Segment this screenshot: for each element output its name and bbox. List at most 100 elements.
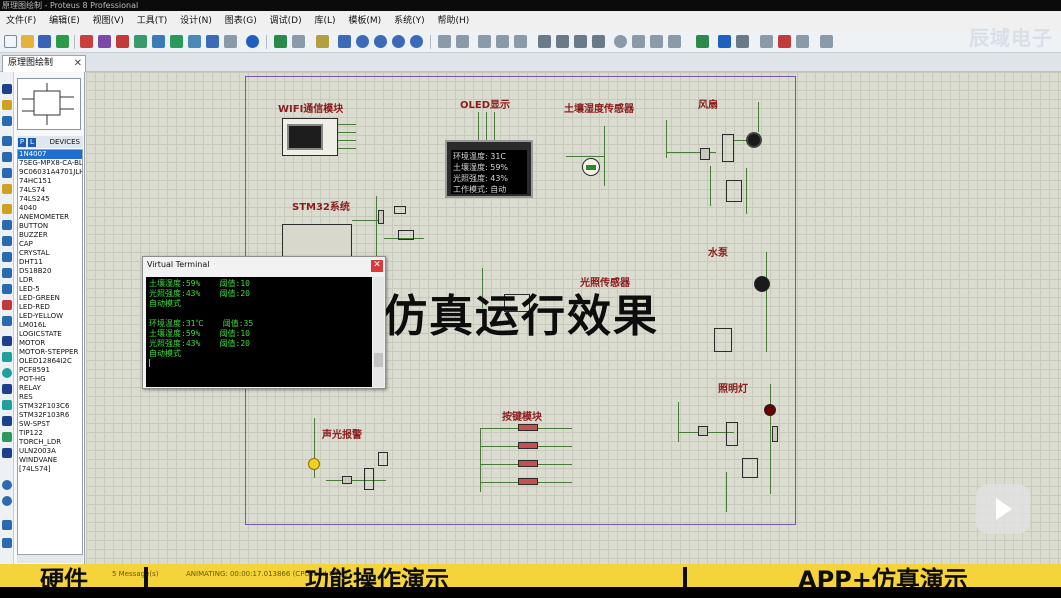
device-list-item[interactable]: BUTTON [18, 222, 82, 231]
selection-mode-icon[interactable] [2, 84, 12, 94]
component-mode-icon[interactable] [2, 100, 12, 110]
new-file-icon[interactable] [4, 35, 17, 48]
path-2d-icon[interactable] [2, 400, 12, 410]
refresh-icon[interactable] [274, 35, 287, 48]
resistor-r1[interactable] [378, 210, 384, 224]
capacitor-c1[interactable] [394, 206, 406, 214]
key-button-3[interactable] [518, 460, 538, 467]
home-icon[interactable] [80, 35, 93, 48]
device-list-item[interactable]: RES [18, 393, 82, 402]
status-messages[interactable]: 5 Message(s) [112, 570, 158, 578]
subcircuit-icon[interactable] [2, 184, 12, 194]
mirror-x-icon[interactable] [2, 520, 12, 530]
terminal-output[interactable]: 土壤湿度:59% 阈值:10 光照强度:43% 阈值:20 自动模式 环境温度:… [146, 277, 372, 387]
schematic-icon[interactable] [98, 35, 111, 48]
device-list-item[interactable]: 74LS74 [18, 186, 82, 195]
close-icon[interactable]: ✕ [74, 56, 82, 71]
menu-tools[interactable]: 工具(T) [131, 11, 172, 31]
box-2d-icon[interactable] [2, 352, 12, 362]
design-explorer-icon[interactable] [820, 35, 833, 48]
device-list-item[interactable]: MOTOR-STEPPER [18, 348, 82, 357]
pump-motor[interactable] [754, 276, 770, 292]
menu-design[interactable]: 设计(N) [174, 11, 216, 31]
device-list-item[interactable]: BUZZER [18, 231, 82, 240]
stm32-chip[interactable] [282, 224, 352, 258]
device-list-item[interactable]: DS18B20 [18, 267, 82, 276]
key-button-4[interactable] [518, 478, 538, 485]
key-button-2[interactable] [518, 442, 538, 449]
device-list-item[interactable]: STM32F103R6 [18, 411, 82, 420]
block-copy-icon[interactable] [538, 35, 551, 48]
device-list-item[interactable]: OLED12864I2C [18, 357, 82, 366]
menu-view[interactable]: 视图(V) [87, 11, 128, 31]
device-list-item[interactable]: MOTOR [18, 339, 82, 348]
device-list-item[interactable]: LED-5 [18, 285, 82, 294]
copy-icon[interactable] [496, 35, 509, 48]
soil-sensor[interactable] [582, 158, 600, 176]
search-icon[interactable] [718, 35, 731, 48]
circle-2d-icon[interactable] [2, 368, 12, 378]
origin-icon[interactable] [316, 35, 329, 48]
symbol-2d-icon[interactable] [2, 432, 12, 442]
mirror-y-icon[interactable] [2, 538, 12, 548]
virtual-terminal-window[interactable]: Virtual Terminal ✕ 土壤湿度:59% 阈值:10 光照强度:4… [142, 256, 386, 389]
device-list-item[interactable]: 1N4007 [18, 150, 82, 159]
virtual-instruments-icon[interactable] [2, 316, 12, 326]
relay-rl3[interactable] [726, 180, 742, 202]
device-list-item[interactable]: LED-GREEN [18, 294, 82, 303]
rotate-cw-icon[interactable] [2, 480, 12, 490]
device-list-item[interactable]: CRYSTAL [18, 249, 82, 258]
video-play-button[interactable] [976, 484, 1030, 534]
terminal-close-button[interactable]: ✕ [371, 260, 383, 272]
wire-label-icon[interactable] [2, 136, 12, 146]
device-list-item[interactable]: LED-RED [18, 303, 82, 312]
gerber-icon[interactable] [134, 35, 147, 48]
device-list-item[interactable]: SW-SPST [18, 420, 82, 429]
device-list-item[interactable]: 74LS245 [18, 195, 82, 204]
pcb-icon[interactable] [116, 35, 129, 48]
wire-autorouter-icon[interactable] [696, 35, 709, 48]
cut-icon[interactable] [478, 35, 491, 48]
buzzer[interactable] [378, 452, 388, 466]
transistor-q2[interactable] [726, 422, 738, 446]
device-list-item[interactable]: TIP122 [18, 429, 82, 438]
device-list-item[interactable]: ANEMOMETER [18, 213, 82, 222]
save-icon[interactable] [38, 35, 51, 48]
device-list-item[interactable]: WINDVANE [18, 456, 82, 465]
source-icon[interactable] [188, 35, 201, 48]
terminals-icon[interactable] [2, 204, 12, 214]
device-list-item[interactable]: 7SEG-MPX8-CA-BL [18, 159, 82, 168]
tape-recorder-icon[interactable] [2, 252, 12, 262]
undo-icon[interactable] [438, 35, 451, 48]
device-list-item[interactable]: LDR [18, 276, 82, 285]
text-script-icon[interactable] [2, 152, 12, 162]
tab-schematic[interactable]: 原理图绘制 ✕ [2, 55, 86, 72]
device-list-scrollbar[interactable] [17, 555, 83, 563]
packaging-icon[interactable] [650, 35, 663, 48]
terminal-scroll-thumb[interactable] [374, 353, 383, 367]
fan-motor[interactable] [746, 132, 762, 148]
redo-icon[interactable] [456, 35, 469, 48]
device-list-item[interactable]: TORCH_LDR [18, 438, 82, 447]
voltage-probe-icon[interactable] [2, 284, 12, 294]
alarm-led[interactable] [308, 458, 320, 470]
exit-to-parent-icon[interactable] [796, 35, 809, 48]
debug-icon[interactable] [206, 35, 219, 48]
line-2d-icon[interactable] [2, 336, 12, 346]
pins-icon[interactable] [2, 220, 12, 230]
transistor-q4[interactable] [364, 468, 374, 490]
device-list-item[interactable]: ULN2003A [18, 447, 82, 456]
help-icon[interactable] [246, 35, 259, 48]
new-sheet-icon[interactable] [760, 35, 773, 48]
decompose-icon[interactable] [668, 35, 681, 48]
terminal-scrollbar[interactable] [373, 277, 384, 387]
rotate-ccw-icon[interactable] [2, 496, 12, 506]
library-button[interactable]: L [28, 138, 36, 147]
3d-icon[interactable] [152, 35, 165, 48]
pick-devices-button[interactable]: P [18, 138, 26, 147]
menu-help[interactable]: 帮助(H) [431, 11, 473, 31]
button-btn1[interactable] [398, 230, 414, 240]
device-list-item[interactable]: PCF8591 [18, 366, 82, 375]
paste-icon[interactable] [514, 35, 527, 48]
make-device-icon[interactable] [632, 35, 645, 48]
